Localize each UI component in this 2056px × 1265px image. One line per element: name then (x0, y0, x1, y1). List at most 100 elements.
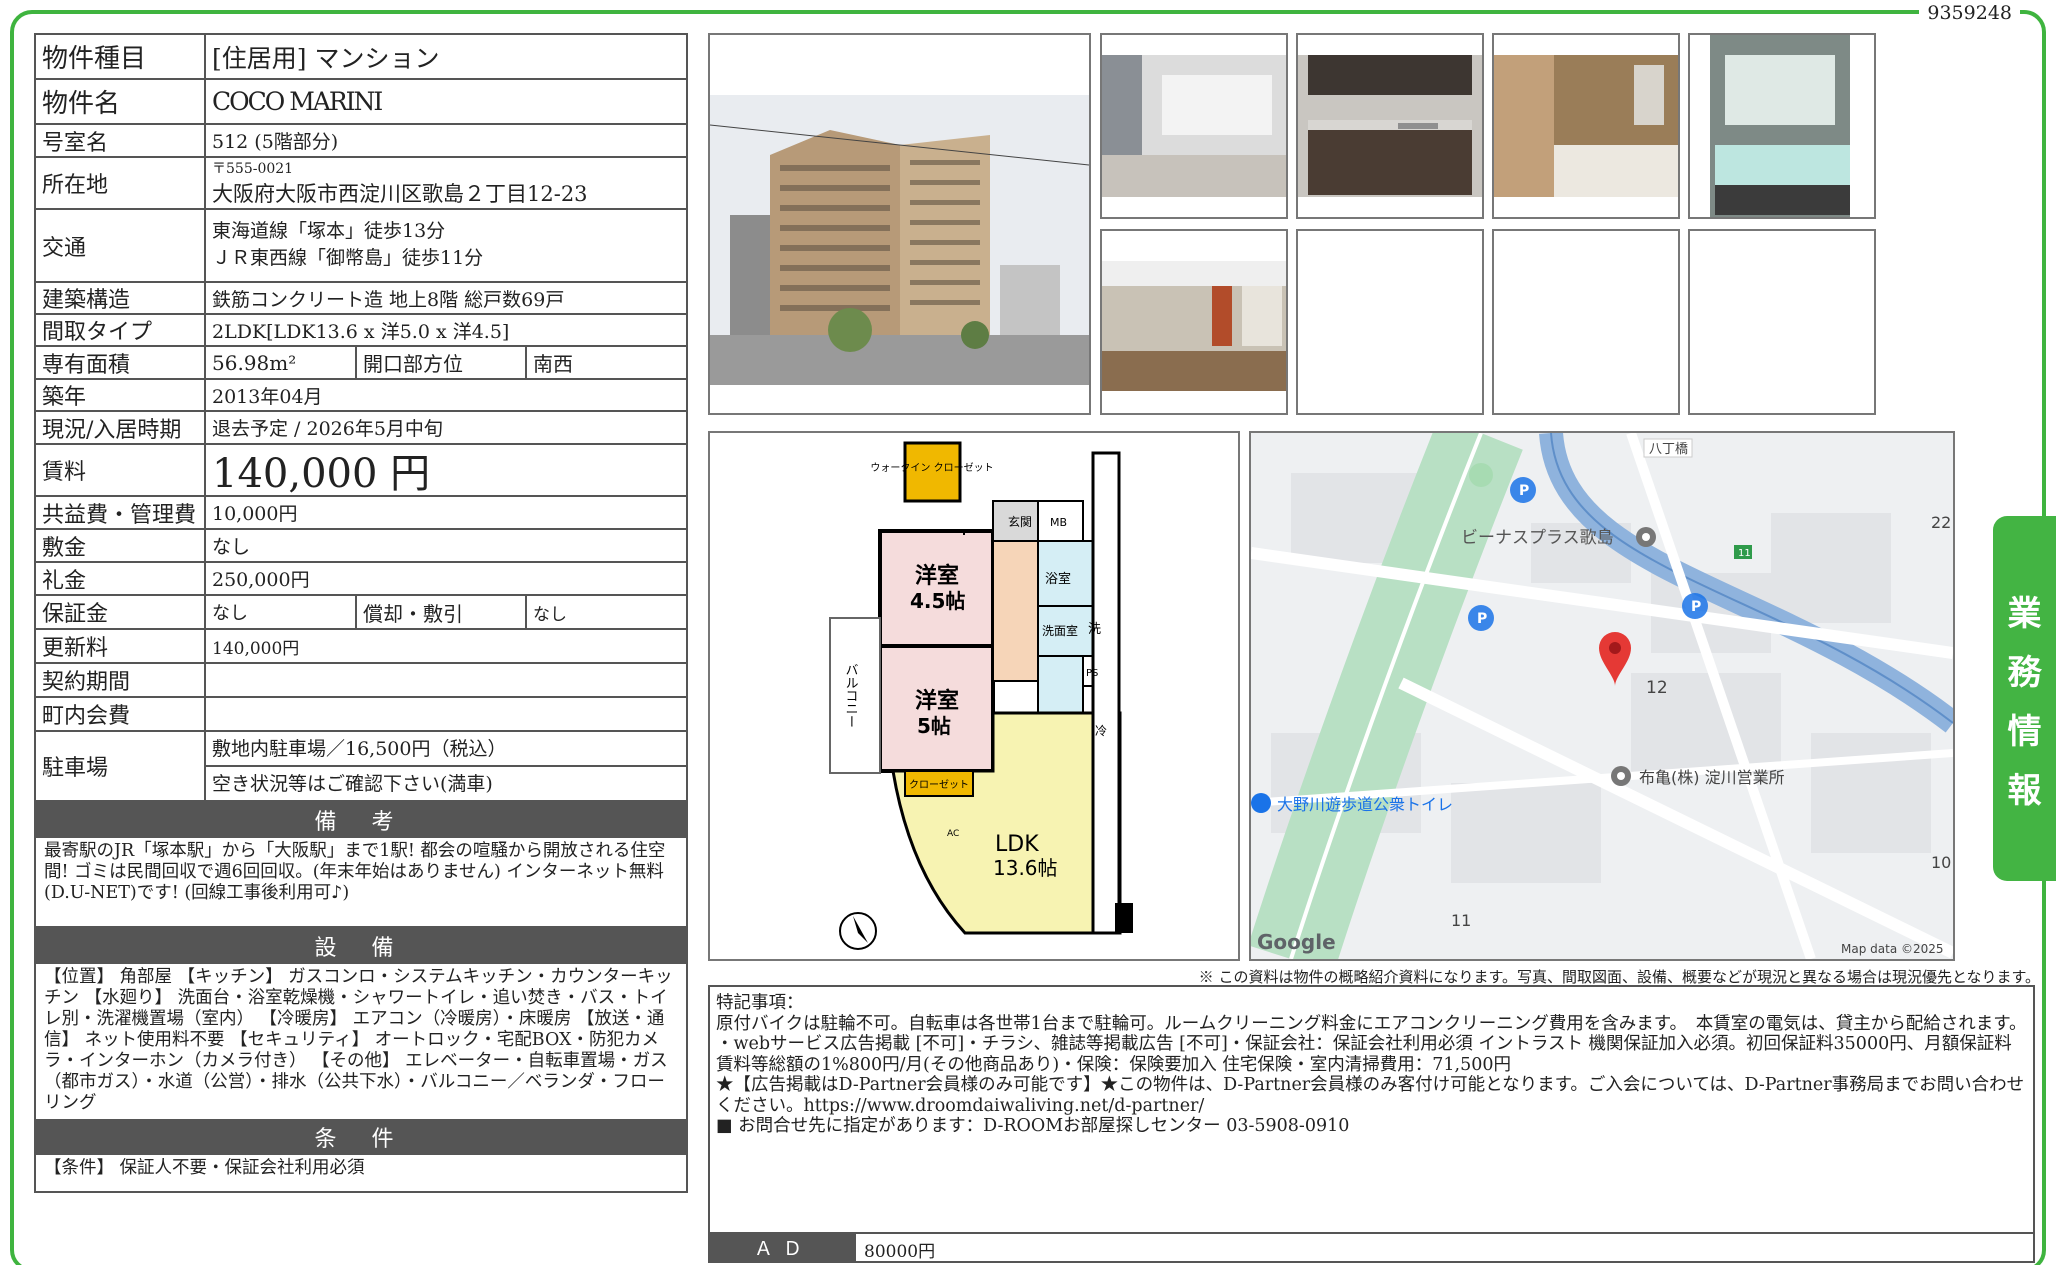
parking-info: 敷地内駐車場／16,500円（税込） (206, 732, 686, 767)
label: 間取タイプ (36, 315, 206, 345)
special-notes-box: 特記事項： 原付バイクは駐輪不可。自転車は各世帯1台まで駐輪可。ルームクリーニン… (708, 985, 2035, 1263)
building-exterior-photo[interactable] (708, 33, 1091, 415)
map-label: ビーナスプラス歌島 (1461, 528, 1614, 548)
document-id: 9359248 (1919, 2, 2020, 24)
transit-line: ＪＲ東西線「御幣島」徒歩11分 (212, 247, 484, 269)
row-fee: 共益費・管理費 10,000円 (36, 497, 686, 530)
label: 物件種目 (36, 35, 206, 78)
equipment-text: 【位置】 角部屋 【キッチン】 ガスコンロ・システムキッチン・カウンターキッチン… (44, 967, 673, 1113)
row-transit: 交通 東海道線「塚本」徒歩13分 ＪＲ東西線「御幣島」徒歩11分 (36, 210, 686, 283)
map-label: 12 (1646, 678, 1668, 698)
room-label: 浴室 (1045, 571, 1071, 587)
map-label: 10 (1931, 853, 1951, 872)
svg-text:P: P (1477, 611, 1487, 627)
postal-code: 〒555-0021 (212, 161, 294, 177)
label: 号室名 (36, 125, 206, 156)
location-map[interactable]: P P P 11 八丁橋 ビーナスプラス歌島 12 布亀(株) 淀川営業所 大野… (1249, 431, 1955, 961)
side-tab-char: 報 (2007, 770, 2042, 811)
room-label: 洋室 (915, 688, 959, 714)
room-label: 5帖 (917, 714, 951, 738)
room-label: PS (1086, 668, 1098, 679)
empty-photo-slot (1492, 229, 1680, 415)
row-contract: 契約期間 (36, 664, 686, 698)
room-label: 13.6帖 (993, 856, 1058, 880)
interior-photo-living[interactable] (1100, 229, 1288, 415)
notes-line: ・webサービス広告掲載 [不可]・チラシ、雑誌等掲載広告 [不可]・保証会社：… (716, 1034, 2012, 1075)
label: 共益費・管理費 (36, 497, 206, 528)
ad-label: ＡＤ (710, 1234, 856, 1261)
area: 56.98m² (206, 347, 357, 378)
guarantee: なし (206, 596, 357, 628)
row-area: 専有面積 56.98m² 開口部方位 南西 (36, 347, 686, 380)
structure: 鉄筋コンクリート造 地上8階 総戸数69戸 (212, 288, 565, 311)
row-rent: 賃料 140,000 円 (36, 445, 686, 497)
room-label: クローゼット (909, 779, 969, 791)
conditions-text: 【条件】 保証人不要・保証会社利用必須 (44, 1158, 365, 1178)
label: 償却・敷引 (357, 596, 527, 628)
label: 更新料 (36, 630, 206, 662)
room-label: 4.5帖 (910, 589, 965, 613)
map-label: 11 (1738, 548, 1751, 559)
parking-availability: 空き状況等はご確認下さい(満車) (212, 773, 493, 795)
room-label: 洗面室 (1042, 623, 1078, 638)
key-money: 250,000円 (212, 569, 310, 591)
section-conditions-heading: 条 件 (36, 1119, 686, 1155)
property-type: [住居用] マンション (212, 43, 440, 73)
label: 敷金 (36, 530, 206, 561)
row-room: 号室名 512 (5階部分) (36, 125, 686, 158)
room-label: MB (1050, 516, 1067, 529)
map-label: 大野川遊歩道公衆トイレ (1277, 795, 1453, 814)
room-label: LDK (995, 832, 1039, 857)
contract-period (206, 664, 686, 696)
disclaimer-text: ※ この資料は物件の概略紹介資料になります。写真、間取図面、設備、概要などが現況… (1198, 968, 2040, 986)
map-label: 11 (1451, 911, 1471, 930)
label: 賃料 (36, 445, 206, 495)
notes-line: ■ お問合せ先に指定があります：D-ROOMお部屋探しセンター 03-5908-… (716, 1116, 1350, 1136)
map-attribution: Map data ©2025 (1841, 942, 1944, 956)
section-equipment-heading: 設 備 (36, 928, 686, 964)
side-tab-char: 業 (2007, 593, 2042, 634)
side-tab-char: 務 (2007, 652, 2042, 693)
row-town: 町内会費 (36, 698, 686, 732)
svg-text:P: P (1691, 599, 1701, 615)
building-illustration (710, 95, 1089, 385)
interior-photo-bath[interactable] (1492, 33, 1680, 219)
interior-photo-entrance[interactable] (1100, 33, 1288, 219)
ad-row: ＡＤ 80000円 (710, 1232, 2033, 1262)
business-info-tab[interactable]: 業 務 情 報 (1993, 516, 2056, 881)
room-label: 冷 (1095, 724, 1107, 738)
label: 保証金 (36, 596, 206, 628)
section-remarks-heading: 備 考 (36, 802, 686, 838)
side-tab-char: 情 (2007, 711, 2042, 752)
empty-photo-slot (1296, 229, 1484, 415)
status: 退去予定 / 2026年5月中旬 (212, 418, 443, 440)
map-label: 22 (1931, 513, 1951, 532)
room-label: ウォークイン クローゼット (870, 462, 993, 474)
row-key-money: 礼金 250,000円 (36, 563, 686, 596)
row-structure: 建築構造 鉄筋コンクリート造 地上8階 総戸数69戸 (36, 283, 686, 315)
property-info-table: 物件種目 [住居用] マンション 物件名 COCO MARINI 号室名 512… (34, 33, 688, 1193)
label: 築年 (36, 380, 206, 410)
photo-image (1710, 35, 1850, 217)
label: 町内会費 (36, 698, 206, 730)
row-built: 築年 2013年04月 (36, 380, 686, 412)
label: 契約期間 (36, 664, 206, 696)
label: 所在地 (36, 158, 206, 208)
row-deposit: 敷金 なし (36, 530, 686, 563)
remarks-text: 最寄駅のJR「塚本駅」から「大阪駅」まで1駅! 都会の喧騒から開放される住空間!… (36, 838, 686, 928)
label: 物件名 (36, 80, 206, 123)
map-drawing: P P P 11 八丁橋 ビーナスプラス歌島 12 布亀(株) 淀川営業所 大野… (1251, 433, 1953, 959)
label: 建築構造 (36, 283, 206, 313)
notes-line: 原付バイクは駐輪不可。自転車は各世帯1台まで駐輪可。ルームクリーニング料金にエア… (716, 1013, 2027, 1034)
interior-photo-washroom[interactable] (1688, 33, 1876, 219)
label: 礼金 (36, 563, 206, 594)
layout: 2LDK[LDK13.6 x 洋5.0 x 洋4.5] (212, 320, 510, 343)
notes-line: ★【広告掲載はD-Partner会員様のみ可能です】★この物件は、D-Partn… (716, 1075, 2025, 1116)
property-name: COCO MARINI (212, 87, 383, 116)
notes-title: 特記事項： (716, 993, 804, 1013)
interior-photo-kitchen[interactable] (1296, 33, 1484, 219)
floor-plan[interactable]: ウォークイン クローゼット 玄関 MB 洋室 4.5帖 浴室 洗面室 洗 PS … (708, 431, 1240, 961)
photo-image (1298, 55, 1482, 197)
direction: 南西 (533, 352, 573, 376)
label: 開口部方位 (357, 347, 527, 378)
